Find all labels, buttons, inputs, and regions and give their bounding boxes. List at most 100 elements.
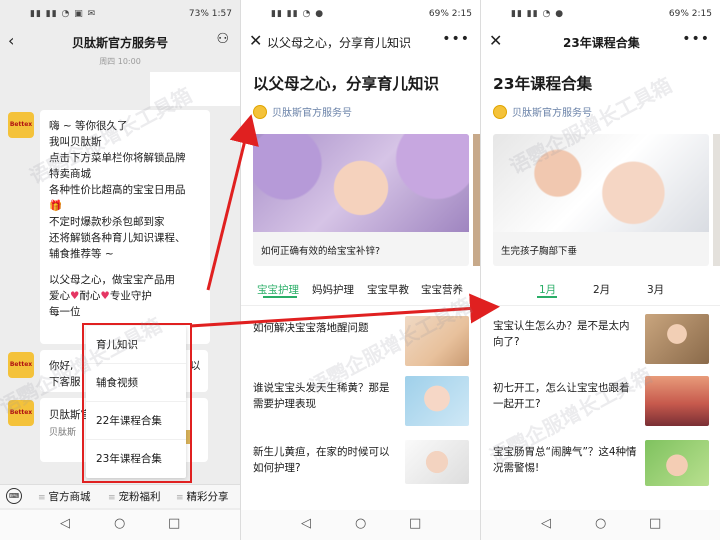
message-line: 还将解锁各种育儿知识课程、 [49,232,186,244]
tab-indicator [263,296,297,298]
article-thumbnail [405,316,469,366]
nav-home-icon[interactable]: ○ [355,516,366,531]
account-link[interactable]: 贝肽斯官方服务号 [253,104,352,119]
message-fragment: 爱心 [49,290,70,302]
list-item[interactable]: 初七开工，怎么让宝宝也跟着一起开工? [493,376,709,430]
tab-early-education[interactable]: 宝宝早教 [367,282,409,297]
welcome-message[interactable]: 嗨 ~ 等你很久了 我叫贝肽斯 点击下方菜单栏你将解锁品牌 特卖商城 各种性价比… [40,110,210,344]
article-heading: 以父母之心，分享育儿知识 [253,75,440,93]
profile-icon[interactable]: ⚇ [216,31,230,47]
article-title: 初七开工，怎么让宝宝也跟着一起开工? [493,382,630,410]
status-bar: ▮▮ ▮▮ ◔ ▣ ✉ 73% 1:57 [0,0,240,28]
menu-share[interactable]: 精彩分享 [176,489,229,504]
featured-caption: 如何正确有效的给宝宝补锌? [253,232,469,266]
nav-recent-icon[interactable]: □ [409,516,421,531]
avatar[interactable]: Bettex [8,352,34,378]
account-name: 贝肽斯官方服务号 [272,108,352,119]
article-thumbnail [645,314,709,364]
list-item[interactable]: 如何解决宝宝落地醒问题 [253,316,469,370]
avatar[interactable]: Bettex [8,400,34,426]
featured-image [493,134,709,232]
highlight-box [82,323,192,483]
close-icon[interactable]: ✕ [489,31,502,50]
page-header: ✕ 以父母之心，分享育儿知识 ••• [241,28,480,56]
message-line: 爱心♥耐心♥专业守护 [49,288,210,304]
featured-card[interactable]: 如何正确有效的给宝宝补锌? [253,134,469,266]
article-thumbnail [645,440,709,486]
battery-percent: 69% [428,9,449,19]
brand-logo-icon [253,105,267,119]
system-nav: ◁ ○ □ [481,510,720,540]
nav-recent-icon[interactable]: □ [649,516,661,531]
tab-nutrition[interactable]: 宝宝营养 [421,282,463,297]
message-line: 各种性价比超高的宝宝日用品 [49,184,186,196]
system-nav: ◁ ○ □ [0,510,240,540]
keyboard-icon[interactable]: ⌨ [6,488,22,504]
phone-course-screen: ▮▮ ▮▮ ◔ ● 69% 2:15 ✕ 23年课程合集 ••• 23年课程合集… [480,0,720,540]
article-title: 宝宝肠胃总“闹脾气”？这4种情况需警惕! [493,446,637,474]
list-item[interactable]: 新生儿黄疸，在家的时候可以如何护理? [253,440,469,494]
close-icon[interactable]: ✕ [249,31,262,50]
list-item[interactable]: 谁说宝宝头发天生稀黄？那是需要护理表现 [253,376,469,430]
featured-card[interactable]: 生完孩子胸部下垂 [493,134,709,266]
brand-logo-icon [493,105,507,119]
heart-icon: ♥ [70,290,80,302]
tab-march[interactable]: 3月 [647,282,664,297]
message-line: 点击下方菜单栏你将解锁品牌 [49,152,186,164]
tab-indicator [537,296,557,298]
message-line: 辅食推荐等 ~ [49,248,114,260]
article-title: 谁说宝宝头发天生稀黄？那是需要护理表现 [253,382,390,410]
status-right: 73% 1:57 [189,9,232,19]
nav-home-icon[interactable]: ○ [114,516,125,531]
service-menu-bar: ⌨ 官方商城 宠粉福利 精彩分享 [0,484,240,508]
article-title: 宝宝认生怎么办？是不是太内向了? [493,320,630,348]
featured-image [253,134,469,232]
gift-icon: 🎁 [49,200,63,212]
page-title: 23年课程合集 [563,36,640,50]
phone-parenting-screen: ▮▮ ▮▮ ◔ ● 69% 2:15 ✕ 以父母之心，分享育儿知识 ••• 以父… [240,0,480,540]
status-bar: ▮▮ ▮▮ ◔ ● 69% 2:15 [481,0,720,28]
category-tabs: 宝宝护理 妈妈护理 宝宝早教 宝宝营养 [241,278,480,306]
nav-back-icon[interactable]: ◁ [301,516,311,531]
tab-baby-care[interactable]: 宝宝护理 [257,282,299,297]
tab-mom-care[interactable]: 妈妈护理 [312,282,354,297]
status-bar: ▮▮ ▮▮ ◔ ● 69% 2:15 [241,0,480,28]
status-time: 2:15 [451,9,472,19]
month-tabs: 1月 2月 3月 [481,278,720,306]
heart-icon: ♥ [100,290,110,302]
nav-back-icon[interactable]: ◁ [60,516,70,531]
battery-percent: 69% [668,9,689,19]
list-item[interactable]: 宝宝肠胃总“闹脾气”？这4种情况需警惕! [493,440,709,494]
message-line: 每一位 [49,306,81,318]
featured-caption: 生完孩子胸部下垂 [493,232,709,266]
tab-february[interactable]: 2月 [593,282,610,297]
status-right: 69% 2:15 [429,9,472,19]
message-fragment: 耐心 [79,290,101,302]
menu-fan-benefits[interactable]: 宠粉福利 [108,489,161,504]
message-timestamp: 周四 10:00 [99,57,141,66]
next-card-peek [713,134,720,266]
nav-home-icon[interactable]: ○ [595,516,606,531]
tab-january[interactable]: 1月 [539,282,556,297]
status-time: 1:57 [211,9,232,19]
battery-percent: 73% [188,9,209,19]
article-thumbnail [405,440,469,484]
article-title: 新生儿黄疸，在家的时候可以如何护理? [253,446,390,474]
page-title: 以父母之心，分享育儿知识 [267,36,412,50]
message-line: 以父母之心，做宝宝产品用 [49,274,175,286]
article-thumbnail [645,376,709,426]
avatar[interactable]: Bettex [8,112,34,138]
nav-recent-icon[interactable]: □ [168,516,180,531]
more-icon[interactable]: ••• [442,31,470,47]
account-link[interactable]: 贝肽斯官方服务号 [493,104,592,119]
article-heading: 23年课程合集 [493,75,593,93]
menu-official-mall[interactable]: 官方商城 [38,489,91,504]
outgoing-bubble [150,72,240,106]
nav-back-icon[interactable]: ◁ [541,516,551,531]
chat-title: 贝肽斯官方服务号 [71,36,168,50]
list-item[interactable]: 宝宝认生怎么办？是不是太内向了? [493,314,709,368]
system-nav: ◁ ○ □ [241,510,480,540]
article-thumbnail [405,376,469,426]
more-icon[interactable]: ••• [682,31,710,47]
signal-icon: ▮▮ ▮▮ ◔ ● [511,9,565,19]
